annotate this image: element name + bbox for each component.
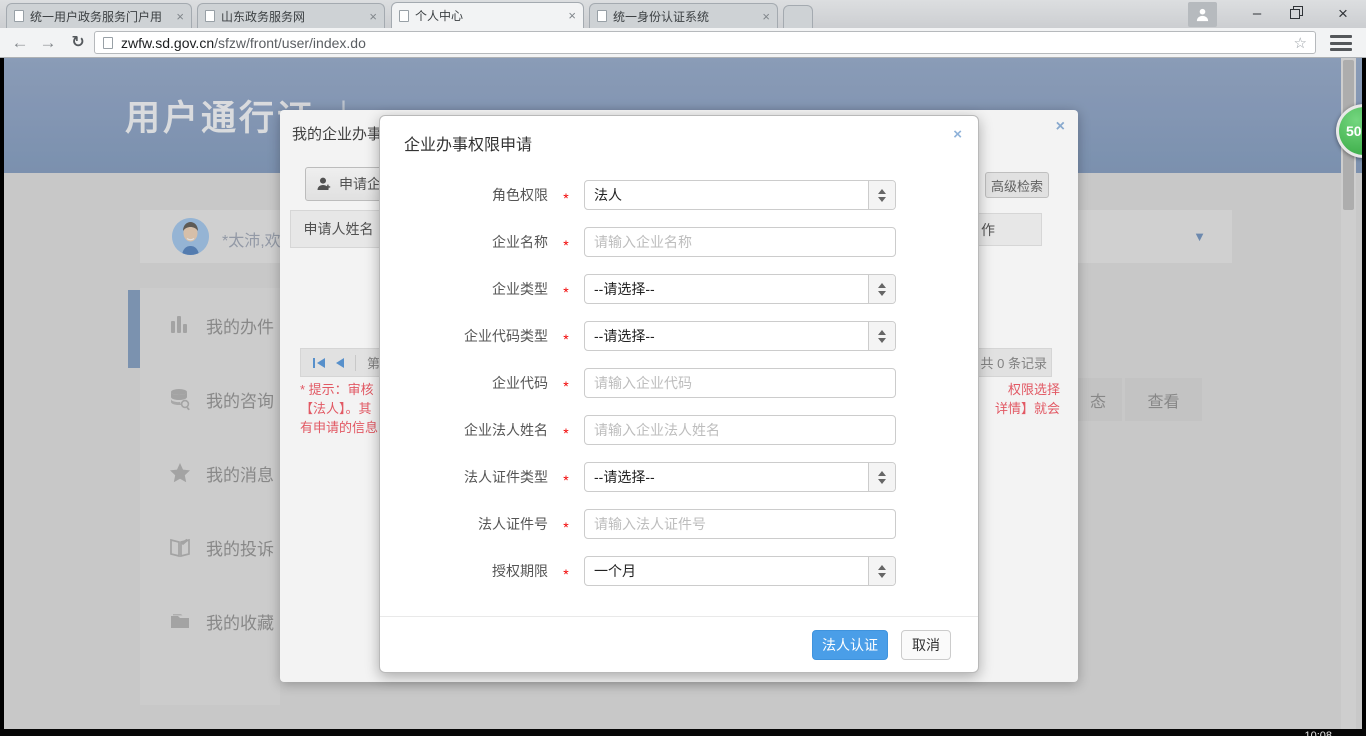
legal-id-number-input[interactable] [584,509,896,539]
select-value: --请选择-- [585,467,868,487]
page-content: 用户通行证 | *太沛,欢 ▼ 我的办件 我的咨询 我的消息 [4,58,1362,729]
form-row-enterprise-code-type: 企业代码类型 * --请选择-- [380,321,978,351]
address-bar[interactable]: zwfw.sd.gov.cn/sfzw/front/user/index.do … [94,31,1316,54]
back-button[interactable]: ← [8,31,32,55]
form-row-legal-id-number: 法人证件号 * [380,509,978,539]
select-value: 法人 [585,185,868,205]
cancel-button[interactable]: 取消 [901,630,951,660]
form-row-authorization-period: 授权期限 * 一个月 [380,556,978,586]
tab-title: 山东政务服务网 [221,8,363,25]
url-path: /sfzw/front/user/index.do [214,35,366,51]
required-mark: * [548,326,584,347]
refresh-button[interactable]: ↻ [66,31,90,55]
browser-chrome: 统一用户政务服务门户用 × 山东政务服务网 × 个人中心 × 统一身份认证系统 … [0,0,1366,58]
required-mark: * [548,420,584,441]
tab-close-icon[interactable]: × [176,10,184,23]
browser-menu-icon[interactable] [1330,35,1352,51]
field-label: 企业名称 [380,232,548,252]
bookmark-star-icon[interactable]: ☆ [1294,34,1307,52]
dialog-form: 角色权限 * 法人 企业名称 * 企业类型 * --请选择-- [380,180,978,603]
spinner-arrows-icon[interactable] [868,181,895,209]
enterprise-code-input[interactable] [584,368,896,398]
tab-identity-auth[interactable]: 统一身份认证系统 × [589,3,778,28]
spinner-arrows-icon[interactable] [868,463,895,491]
legal-id-type-select[interactable]: --请选择-- [584,462,896,492]
windows-taskbar: 10:08 [0,729,1366,736]
form-row-legal-person-name: 企业法人姓名 * [380,415,978,445]
window-close-button[interactable]: × [1330,3,1356,25]
url-text[interactable]: zwfw.sd.gov.cn/sfzw/front/user/index.do [121,35,1286,51]
dialog-title: 企业办事权限申请 [404,131,532,155]
authorization-period-select[interactable]: 一个月 [584,556,896,586]
dialog-footer: 法人认证 取消 [380,616,978,673]
person-icon [1195,7,1210,22]
select-value: --请选择-- [585,279,868,299]
spinner-arrows-icon[interactable] [868,322,895,350]
new-tab-stub[interactable] [783,5,813,28]
page-icon [597,10,607,22]
browser-profile-button[interactable] [1188,2,1217,27]
page-icon [14,10,24,22]
legal-person-name-input[interactable] [584,415,896,445]
field-label: 法人证件号 [380,514,548,534]
close-icon[interactable]: × [953,126,962,143]
window-restore-button[interactable] [1290,9,1301,20]
role-permission-select[interactable]: 法人 [584,180,896,210]
tab-shandong-gov[interactable]: 山东政务服务网 × [197,3,385,28]
required-mark: * [548,561,584,582]
required-mark: * [548,185,584,206]
form-row-role-permission: 角色权限 * 法人 [380,180,978,210]
page-icon [205,10,215,22]
tab-close-icon[interactable]: × [369,10,377,23]
permission-application-dialog: 企业办事权限申请 × 角色权限 * 法人 企业名称 * 企业类型 * --请 [379,115,979,673]
tab-title: 统一用户政务服务门户用 [30,8,170,25]
required-mark: * [548,373,584,394]
form-row-enterprise-name: 企业名称 * [380,227,978,257]
tab-title: 个人中心 [415,7,562,24]
enterprise-code-type-select[interactable]: --请选择-- [584,321,896,351]
tab-close-icon[interactable]: × [568,9,576,22]
form-row-legal-id-type: 法人证件类型 * --请选择-- [380,462,978,492]
select-value: --请选择-- [585,326,868,346]
required-mark: * [548,514,584,535]
required-mark: * [548,467,584,488]
tab-portal-user[interactable]: 统一用户政务服务门户用 × [6,3,192,28]
tab-personal-center[interactable]: 个人中心 × [391,2,584,28]
field-label: 企业类型 [380,279,548,299]
spinner-arrows-icon[interactable] [868,275,895,303]
spinner-arrows-icon[interactable] [868,557,895,585]
page-icon [399,10,409,22]
required-mark: * [548,232,584,253]
tab-strip: 统一用户政务服务门户用 × 山东政务服务网 × 个人中心 × 统一身份认证系统 … [0,0,1366,28]
page-icon [103,37,113,49]
tab-close-icon[interactable]: × [762,10,770,23]
field-label: 企业代码 [380,373,548,393]
select-value: 一个月 [585,561,868,581]
required-mark: * [548,279,584,300]
form-row-enterprise-code: 企业代码 * [380,368,978,398]
tab-title: 统一身份认证系统 [613,8,756,25]
window-minimize-button[interactable]: – [1240,5,1274,25]
field-label: 授权期限 [380,561,548,581]
url-domain: zwfw.sd.gov.cn [121,35,214,51]
forward-button[interactable]: → [36,31,60,55]
field-label: 角色权限 [380,185,548,205]
legal-person-auth-button[interactable]: 法人认证 [812,630,888,660]
field-label: 企业法人姓名 [380,420,548,440]
field-label: 企业代码类型 [380,326,548,346]
browser-toolbar: ← → ↻ zwfw.sd.gov.cn/sfzw/front/user/ind… [0,28,1366,58]
form-row-enterprise-type: 企业类型 * --请选择-- [380,274,978,304]
field-label: 法人证件类型 [380,467,548,487]
enterprise-type-select[interactable]: --请选择-- [584,274,896,304]
enterprise-name-input[interactable] [584,227,896,257]
restore-icon [1290,9,1300,19]
taskbar-clock: 10:08 [1304,730,1332,736]
